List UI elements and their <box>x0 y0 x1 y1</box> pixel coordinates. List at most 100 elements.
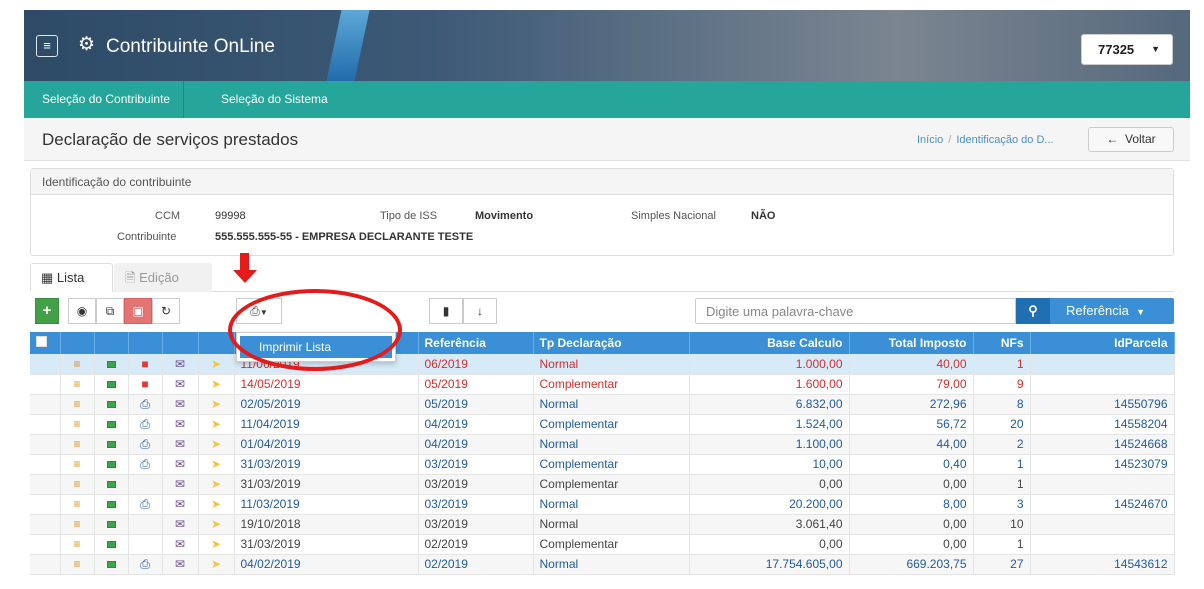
receipt-icon-cell[interactable] <box>94 534 129 555</box>
referencia-filter-button[interactable]: Referência ▼ <box>1050 298 1174 324</box>
nav-selecao-contribuinte[interactable]: Seleção do Contribuinte <box>29 81 185 118</box>
copy-icon[interactable]: ⧉ <box>96 298 124 324</box>
receipt-icon-cell[interactable] <box>94 454 129 475</box>
row-referencia: 03/2019 <box>418 474 534 495</box>
details-icon-cell[interactable]: ≡ <box>60 554 95 575</box>
receipt-icon-cell[interactable] <box>94 514 129 535</box>
breadcrumb-identificacao[interactable]: Identificação do D... <box>956 134 1053 146</box>
tag-icon-cell[interactable]: ➤ <box>198 494 235 515</box>
details-icon-cell[interactable]: ≡ <box>60 414 95 435</box>
user-dropdown-button[interactable]: 77325 ▼ <box>1081 34 1173 65</box>
eye-icon[interactable]: ◉ <box>68 298 96 324</box>
status-icon-cell[interactable]: ⎙ <box>128 394 163 415</box>
tag-icon-cell[interactable]: ➤ <box>198 354 235 375</box>
receipt-icon-cell[interactable] <box>94 494 129 515</box>
tag-icon-cell[interactable]: ➤ <box>198 554 235 575</box>
breadcrumb-inicio[interactable]: Início <box>917 134 943 146</box>
col-nfs[interactable]: NFs <box>973 332 1031 354</box>
table-header-row: Referência Tp Declaração Base Calculo To… <box>30 332 1175 354</box>
table-row[interactable]: ≡ ■ ✉ ➤ 14/05/2019 05/2019 Complementar 1.600,0… <box>30 374 1175 395</box>
download-icon[interactable]: ↓ <box>463 298 497 324</box>
tag-icon-cell[interactable]: ➤ <box>198 394 235 415</box>
mail-icon: ✉ <box>174 397 186 411</box>
col-total-imposto[interactable]: Total Imposto <box>849 332 974 354</box>
table-row[interactable]: ≡ ⎙ ✉ ➤ 11/03/2019 03/2019 Normal 20.200,00 8,00… <box>30 494 1175 515</box>
receipt-icon <box>106 441 116 449</box>
details-icon-cell[interactable]: ≡ <box>60 494 95 515</box>
mail-icon-cell[interactable]: ✉ <box>162 474 199 495</box>
mail-icon-cell[interactable]: ✉ <box>162 534 199 555</box>
status-icon-cell[interactable]: ■ <box>128 374 163 395</box>
table-row[interactable]: ≡ ⎙ ✉ ➤ 04/02/2019 02/2019 Normal 17.754.605,00… <box>30 554 1175 575</box>
search-input[interactable] <box>695 298 1016 324</box>
receipt-icon-cell[interactable] <box>94 394 129 415</box>
tag-icon-cell[interactable]: ➤ <box>198 434 235 455</box>
status-icon-cell[interactable]: ⎙ <box>128 554 163 575</box>
details-icon-cell[interactable]: ≡ <box>60 374 95 395</box>
table-row[interactable]: ≡ ⎙ ✉ ➤ 31/03/2019 03/2019 Complementar 10,00 0,… <box>30 454 1175 475</box>
mail-icon-cell[interactable]: ✉ <box>162 374 199 395</box>
trash-icon[interactable]: ▣ <box>124 298 152 324</box>
col-referencia[interactable]: Referência <box>418 332 534 354</box>
receipt-icon-cell[interactable] <box>94 354 129 375</box>
table-row[interactable]: ≡ ✉ ➤ 31/03/2019 02/2019 Complementar 0,00 0,00… <box>30 534 1175 555</box>
mail-icon-cell[interactable]: ✉ <box>162 554 199 575</box>
mail-icon-cell[interactable]: ✉ <box>162 354 199 375</box>
lines-icon: ≡ <box>73 497 81 511</box>
status-icon-cell[interactable]: ■ <box>128 354 163 375</box>
status-icon-cell[interactable]: ⎙ <box>128 454 163 475</box>
tag-icon-cell[interactable]: ➤ <box>198 374 235 395</box>
tab-lista[interactable]: ▦ Lista <box>30 263 113 292</box>
tag-icon-cell[interactable]: ➤ <box>198 534 235 555</box>
details-icon-cell[interactable]: ≡ <box>60 534 95 555</box>
details-icon-cell[interactable]: ≡ <box>60 434 95 455</box>
table-row[interactable]: ≡ ⎙ ✉ ➤ 01/04/2019 04/2019 Normal 1.100,00 44,00… <box>30 434 1175 455</box>
receipt-icon-cell[interactable] <box>94 554 129 575</box>
col-idparcela[interactable]: IdParcela <box>1030 332 1175 354</box>
table-row[interactable]: ≡ ✉ ➤ 19/10/2018 03/2019 Normal 3.061,40 0,00 10 <box>30 514 1175 535</box>
mail-icon: ✉ <box>174 377 186 391</box>
table-row[interactable]: ≡ ⎙ ✉ ➤ 11/04/2019 04/2019 Complementar 1.524,0… <box>30 414 1175 435</box>
status-icon-cell[interactable]: ⎙ <box>128 434 163 455</box>
row-checkbox-cell <box>30 354 61 375</box>
col-base-calculo[interactable]: Base Calculo <box>689 332 850 354</box>
details-icon-cell[interactable]: ≡ <box>60 454 95 475</box>
table-row[interactable]: ≡ ✉ ➤ 31/03/2019 03/2019 Complementar 0,00 0,00… <box>30 474 1175 495</box>
back-button[interactable]: ← Voltar <box>1088 127 1174 152</box>
col-tp-declaracao[interactable]: Tp Declaração <box>533 332 690 354</box>
nav-selecao-sistema[interactable]: Seleção do Sistema <box>208 81 341 118</box>
details-icon-cell[interactable]: ≡ <box>60 474 95 495</box>
mail-icon-cell[interactable]: ✉ <box>162 514 199 535</box>
mail-icon-cell[interactable]: ✉ <box>162 394 199 415</box>
status-icon-cell[interactable]: ⎙ <box>128 494 163 515</box>
refresh-icon[interactable]: ↻ <box>152 298 180 324</box>
hamburger-icon[interactable]: ≡ <box>36 35 58 57</box>
book-icon[interactable]: ▮ <box>429 298 463 324</box>
tag-icon-cell[interactable]: ➤ <box>198 514 235 535</box>
page-title: Declaração de serviços prestados <box>42 130 299 149</box>
receipt-icon-cell[interactable] <box>94 374 129 395</box>
mail-icon-cell[interactable]: ✉ <box>162 454 199 475</box>
tag-icon-cell[interactable]: ➤ <box>198 414 235 435</box>
tag-icon-cell[interactable]: ➤ <box>198 474 235 495</box>
row-nfs: 1 <box>973 474 1031 495</box>
status-icon-cell[interactable]: ⎙ <box>128 414 163 435</box>
details-icon-cell[interactable]: ≡ <box>60 514 95 535</box>
add-button[interactable]: + <box>35 298 59 324</box>
mail-icon: ✉ <box>174 557 186 571</box>
tab-edicao[interactable]: 🗎 Edição <box>114 263 212 292</box>
details-icon-cell[interactable]: ≡ <box>60 354 95 375</box>
table-row[interactable]: ≡ ⎙ ✉ ➤ 02/05/2019 05/2019 Normal 6.832,00 272,9… <box>30 394 1175 415</box>
table-row[interactable]: ≡ ■ ✉ ➤ 11/06/2019 06/2019 Normal 1.000,00 40,00… <box>30 354 1175 375</box>
details-icon-cell[interactable]: ≡ <box>60 394 95 415</box>
mail-icon-cell[interactable]: ✉ <box>162 434 199 455</box>
row-date: 02/05/2019 <box>234 394 419 415</box>
mail-icon-cell[interactable]: ✉ <box>162 414 199 435</box>
search-icon[interactable]: ⚲ <box>1016 298 1050 324</box>
mail-icon-cell[interactable]: ✉ <box>162 494 199 515</box>
receipt-icon-cell[interactable] <box>94 474 129 495</box>
receipt-icon-cell[interactable] <box>94 434 129 455</box>
select-all-checkbox[interactable] <box>30 332 61 354</box>
tag-icon-cell[interactable]: ➤ <box>198 454 235 475</box>
receipt-icon-cell[interactable] <box>94 414 129 435</box>
